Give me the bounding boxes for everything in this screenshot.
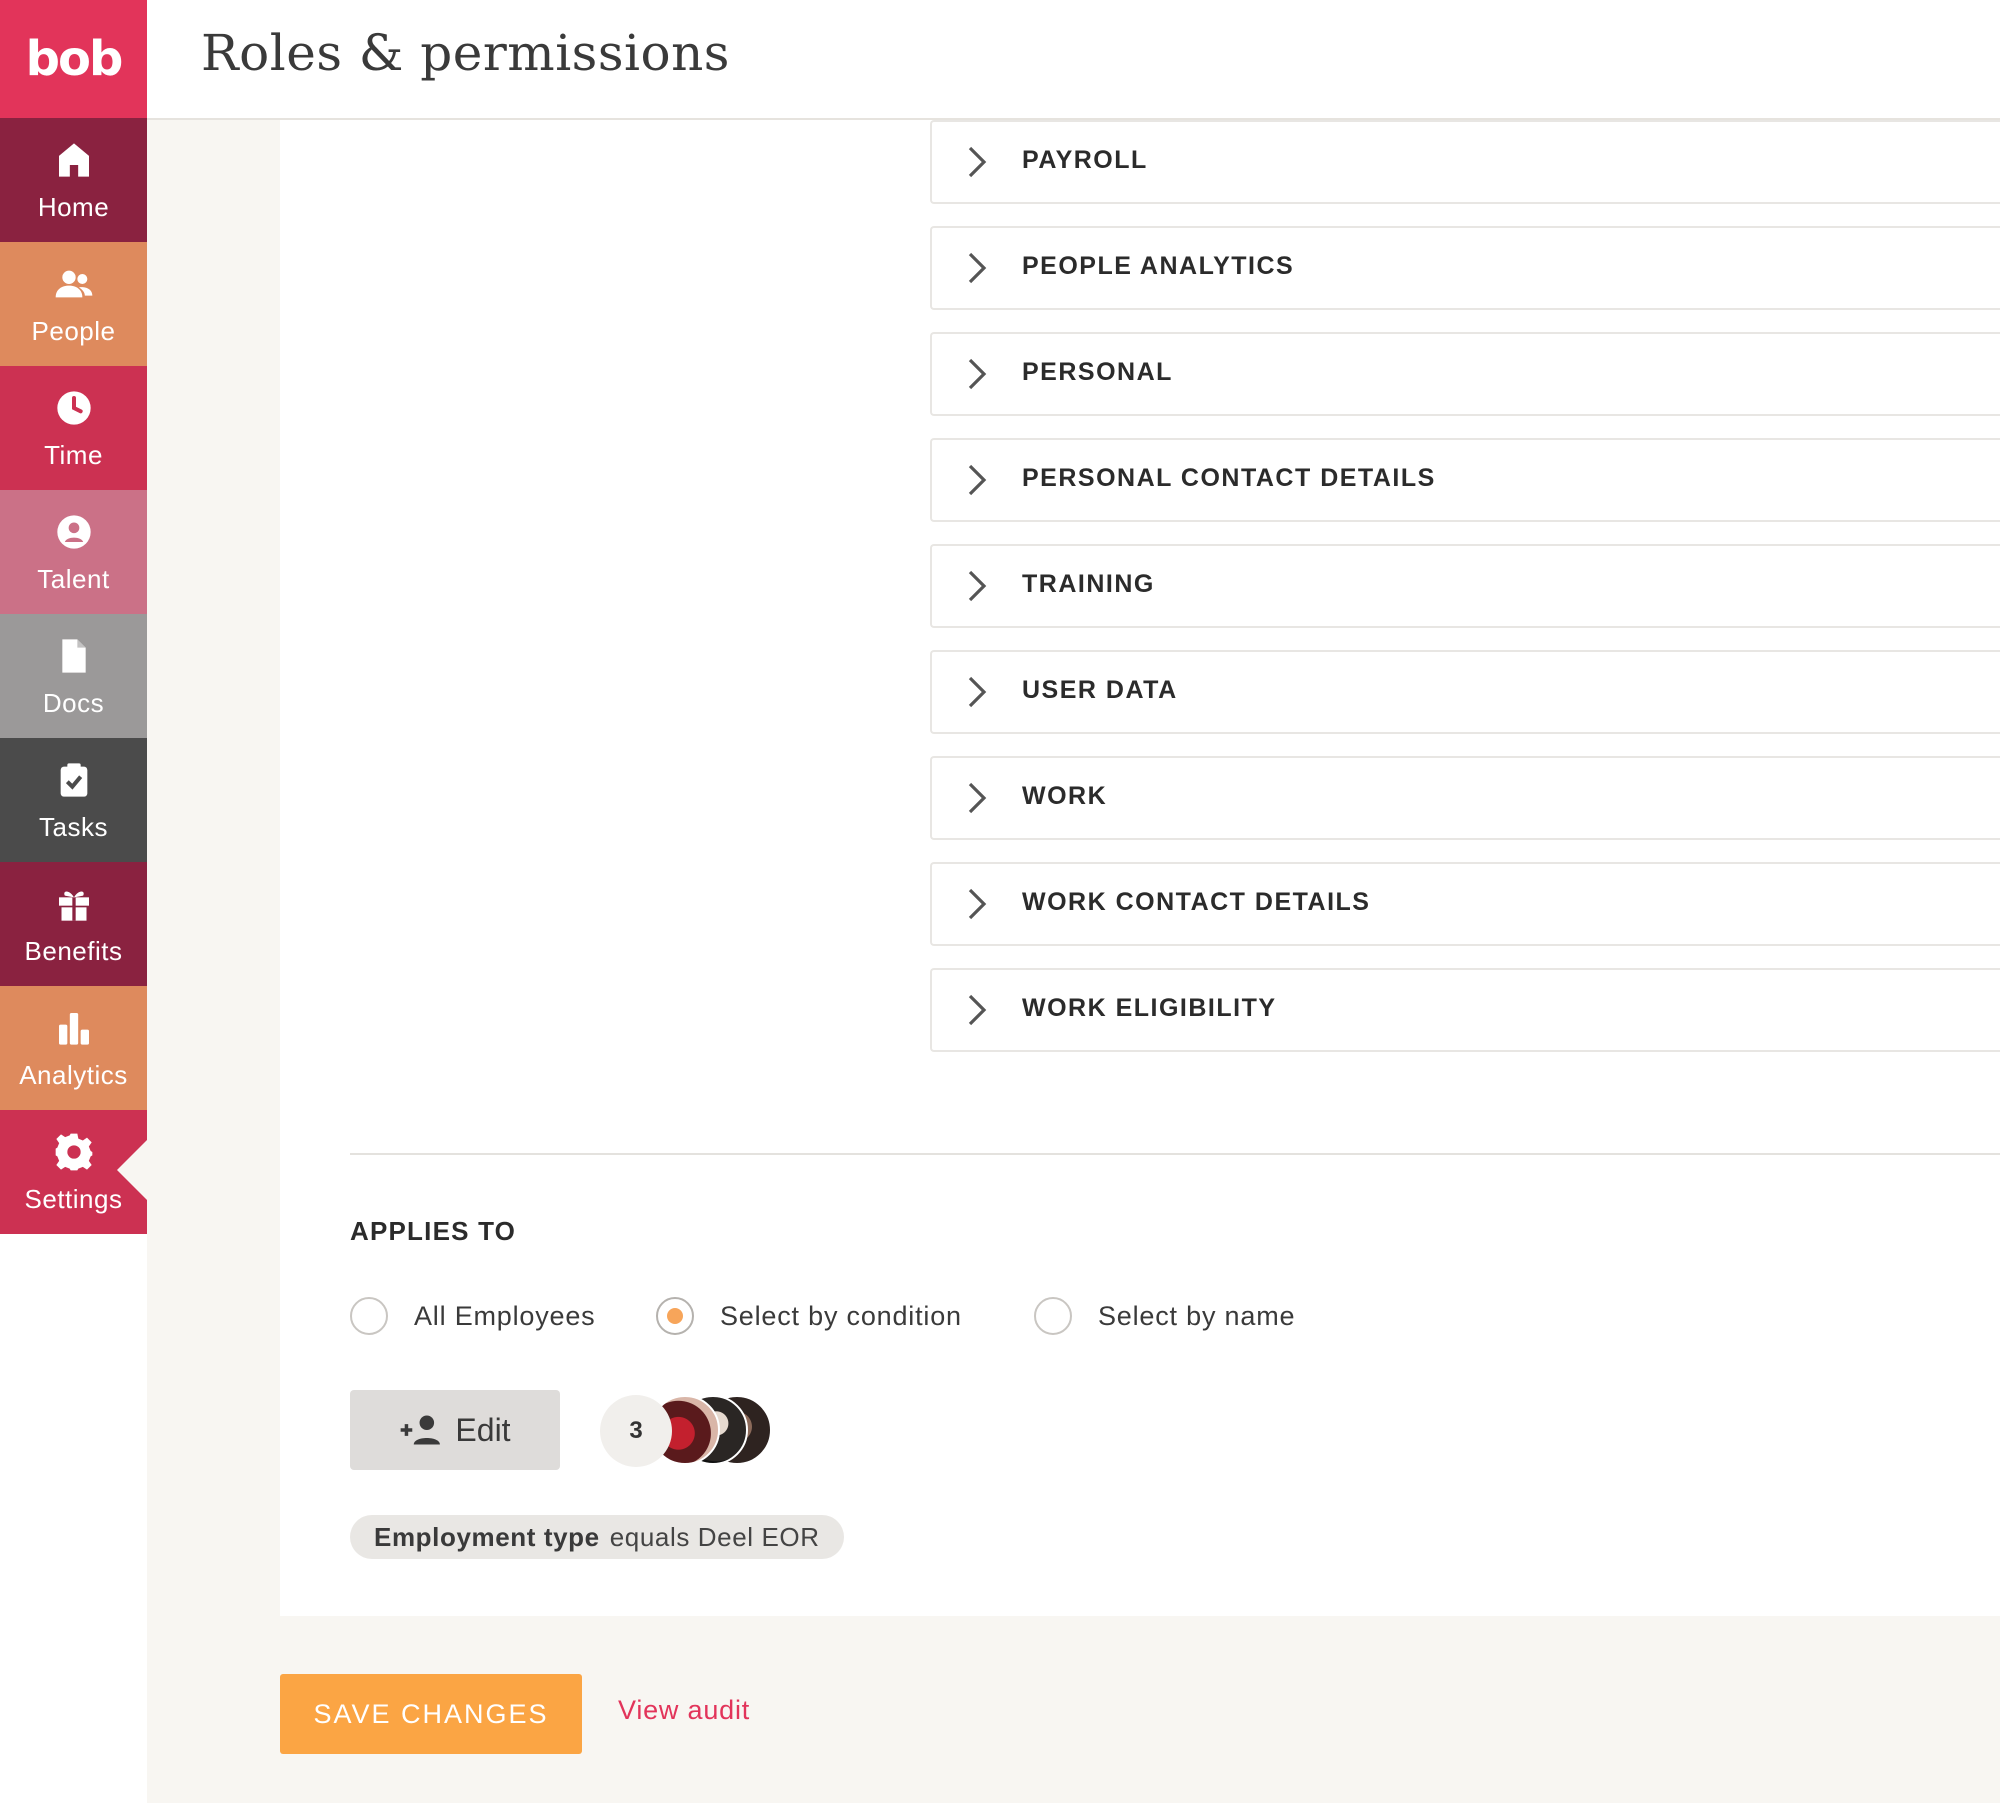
permissions-card: PAYROLL PEOPLE ANALYTICS PERSONAL PERSON… — [280, 120, 2000, 1616]
radio-circle[interactable] — [350, 1297, 388, 1335]
edit-members-button[interactable]: Edit — [350, 1390, 560, 1470]
sidebar-item-talent[interactable]: Talent — [0, 490, 147, 614]
chevron-right-icon — [968, 676, 987, 708]
radio-select-by-condition[interactable]: Select by condition — [656, 1294, 962, 1338]
active-item-pointer — [117, 1140, 147, 1200]
sidebar-item-label: People — [31, 316, 116, 346]
sidebar-item-time[interactable]: Time — [0, 366, 147, 490]
section-row-personal-contact-details[interactable]: PERSONAL CONTACT DETAILS — [930, 438, 2000, 522]
add-person-icon — [401, 1415, 441, 1445]
sidebar-item-home[interactable]: Home — [0, 118, 147, 242]
clock-icon — [56, 391, 91, 425]
section-row-work-eligibility[interactable]: WORK ELIGIBILITY — [930, 968, 2000, 1052]
chevron-right-icon — [968, 994, 987, 1026]
page-title: Roles & permissions — [201, 24, 730, 82]
section-row-work[interactable]: WORK — [930, 756, 2000, 840]
section-label: WORK ELIGIBILITY — [1022, 994, 1277, 1022]
section-label: PERSONAL CONTACT DETAILS — [1022, 464, 1436, 492]
people-icon — [55, 270, 92, 298]
page-header: Roles & permissions — [147, 0, 2000, 120]
radio-select-by-name[interactable]: Select by name — [1034, 1294, 1295, 1338]
logo-text: bob — [25, 31, 124, 87]
radio-label: Select by name — [1098, 1300, 1296, 1331]
section-row-user-data[interactable]: USER DATA — [930, 650, 2000, 734]
gift-icon — [58, 891, 89, 921]
sidebar-item-label: Benefits — [24, 936, 123, 966]
radio-circle[interactable] — [1034, 1297, 1072, 1335]
section-row-people-analytics[interactable]: PEOPLE ANALYTICS — [930, 226, 2000, 310]
sidebar-item-label: Home — [37, 192, 110, 222]
section-row-personal[interactable]: PERSONAL — [930, 332, 2000, 416]
condition-chip[interactable]: Employment type equals Deel EOR — [350, 1515, 844, 1559]
section-divider — [350, 1153, 2000, 1155]
section-label: WORK — [1022, 782, 1108, 810]
sidebar-item-label: Talent — [37, 564, 110, 594]
sidebar-item-tasks[interactable]: Tasks — [0, 738, 147, 862]
section-label: TRAINING — [1022, 570, 1155, 598]
radio-label: All Employees — [414, 1300, 596, 1331]
clipboard-check-icon — [60, 763, 87, 797]
member-count-badge: 3 — [600, 1395, 672, 1467]
sidebar-item-label: Analytics — [19, 1060, 128, 1090]
radio-label: Select by condition — [720, 1300, 962, 1331]
member-avatars[interactable]: 3 — [600, 1395, 772, 1467]
chevron-right-icon — [968, 888, 987, 920]
section-label: WORK CONTACT DETAILS — [1022, 888, 1371, 916]
chevron-right-icon — [968, 252, 987, 284]
talent-icon — [56, 515, 91, 549]
chevron-right-icon — [968, 570, 987, 602]
section-row-training[interactable]: TRAINING — [930, 544, 2000, 628]
condition-rest: equals Deel EOR — [609, 1521, 820, 1552]
bob-logo[interactable]: bob — [0, 0, 147, 118]
chevron-right-icon — [968, 464, 987, 496]
radio-all-employees[interactable]: All Employees — [350, 1294, 595, 1338]
sidebar-item-label: Tasks — [39, 812, 108, 842]
sidebar-item-people[interactable]: People — [0, 242, 147, 366]
sidebar-item-label: Time — [44, 440, 103, 470]
chevron-right-icon — [968, 358, 987, 390]
section-label: PEOPLE ANALYTICS — [1022, 252, 1295, 280]
home-icon — [58, 143, 89, 177]
section-label: USER DATA — [1022, 676, 1178, 704]
sidebar-item-docs[interactable]: Docs — [0, 614, 147, 738]
edit-button-label: Edit — [455, 1411, 511, 1448]
sidebar-item-analytics[interactable]: Analytics — [0, 986, 147, 1110]
document-icon — [61, 639, 86, 673]
section-row-work-contact-details[interactable]: WORK CONTACT DETAILS — [930, 862, 2000, 946]
radio-circle-selected[interactable] — [656, 1297, 694, 1335]
section-row-payroll[interactable]: PAYROLL — [930, 120, 2000, 204]
gear-icon — [55, 1133, 92, 1171]
chevron-right-icon — [968, 782, 987, 814]
chevron-right-icon — [968, 146, 987, 178]
section-label: PAYROLL — [1022, 146, 1148, 174]
condition-field: Employment type — [374, 1521, 600, 1552]
sidebar-item-label: Docs — [42, 688, 105, 718]
sidebar: bob Home People Time Talent Docs Tasks B… — [0, 0, 147, 1803]
section-label: PERSONAL — [1022, 358, 1173, 386]
applies-to-heading: APPLIES TO — [350, 1216, 517, 1246]
view-audit-link[interactable]: View audit — [618, 1695, 750, 1726]
bar-chart-icon — [58, 1013, 89, 1045]
sidebar-item-benefits[interactable]: Benefits — [0, 862, 147, 986]
save-changes-button[interactable]: SAVE CHANGES — [280, 1674, 582, 1754]
